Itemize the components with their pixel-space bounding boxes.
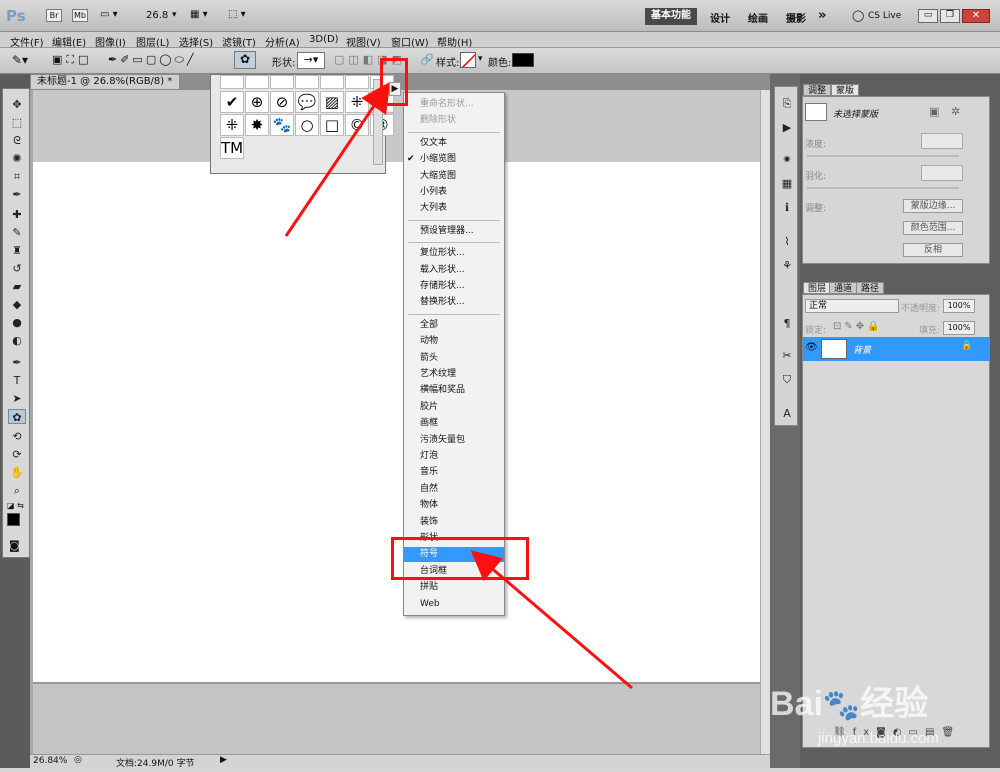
annotation-arrows (284, 81, 633, 690)
watermark-url: jingyan.baidu.com (818, 730, 939, 747)
watermark-brand: Bai🐾经验 (770, 685, 929, 723)
shape-picker-menu-button[interactable]: ▶ (389, 82, 401, 96)
arrow-to-menu-button (284, 81, 391, 237)
arrow-to-symbols (470, 550, 633, 690)
paw-icon: 🐾 (822, 689, 861, 722)
